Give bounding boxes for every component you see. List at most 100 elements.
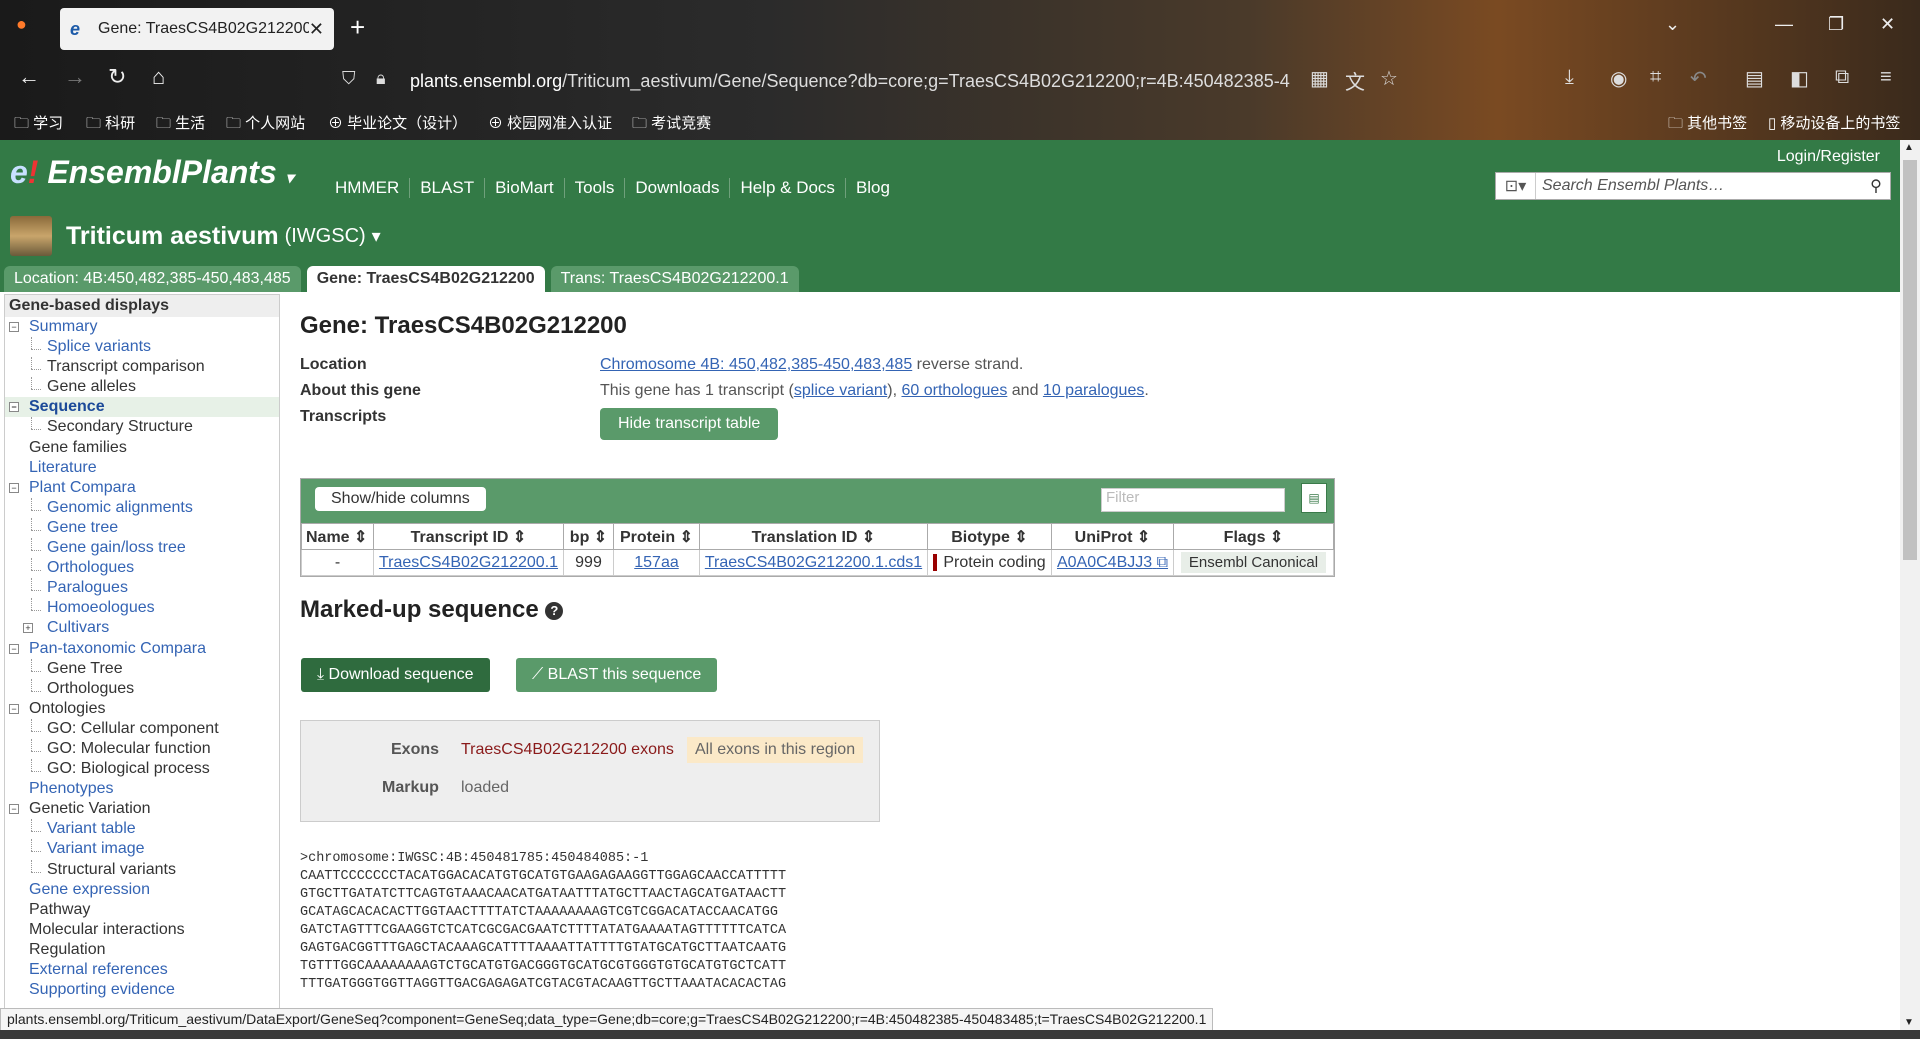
sidebar-item-pathway[interactable]: Pathway [5, 900, 279, 920]
scrollbar-thumb[interactable] [1903, 160, 1917, 560]
crop-icon[interactable]: ⌗ [1650, 66, 1661, 89]
bookmark-folder[interactable]: 🗀︎ 科研 [86, 112, 135, 138]
download-sequence-button[interactable]: ⤓ Download sequence [301, 658, 490, 692]
star-icon[interactable]: ☆ [1380, 66, 1398, 91]
sidebar-item-splice-variants[interactable]: Splice variants [5, 337, 279, 357]
collapse-icon[interactable]: − [9, 643, 19, 654]
species-name[interactable]: Triticum aestivum [66, 222, 279, 251]
address-bar[interactable]: ⛉ 🔒︎ plants.ensembl.org/Triticum_aestivu… [330, 62, 1410, 100]
undo-icon[interactable]: ↶ [1690, 66, 1707, 91]
collapse-icon[interactable]: − [9, 402, 19, 413]
sidebar-item-sequence[interactable]: − Sequence [5, 397, 279, 418]
reload-icon[interactable]: ↻ [108, 64, 126, 90]
list-tabs-icon[interactable]: ⌄ [1665, 14, 1680, 35]
new-tab-icon[interactable]: + [350, 12, 365, 43]
location-link[interactable]: Chromosome 4B: 450,482,385-450,483,485 [600, 356, 912, 373]
blast-sequence-button[interactable]: ⟋ BLAST this sequence [516, 658, 718, 692]
paralogues-link[interactable]: 10 paralogues [1043, 382, 1144, 399]
note-icon[interactable]: ▤ [1745, 66, 1764, 91]
translation-id-link[interactable]: TraesCS4B02G212200.1.cds1 [699, 549, 928, 576]
collapse-icon[interactable]: − [9, 482, 19, 493]
sidebar-item-ontologies[interactable]: − Ontologies [5, 699, 279, 719]
url-text[interactable]: plants.ensembl.org/Triticum_aestivum/Gen… [410, 71, 1290, 92]
nav-blast[interactable]: BLAST [409, 178, 484, 198]
bookmark-link[interactable]: ⊕ 校园网准入认证 [488, 112, 612, 133]
uniprot-link[interactable]: A0A0C4BJJ3 ⧉ [1051, 549, 1174, 576]
bookmark-folder[interactable]: 🗀︎ 生活 [156, 112, 205, 138]
tab-transcript[interactable]: Trans: TraesCS4B02G212200.1 [550, 266, 799, 292]
export-table-icon[interactable]: ▤ [1301, 483, 1327, 513]
minimize-icon[interactable]: — [1775, 14, 1793, 35]
search-input[interactable]: Search Ensembl Plants… [1536, 177, 1862, 195]
sidebar-item-external-references[interactable]: External references [5, 960, 279, 980]
close-tab-icon[interactable]: ✕ [309, 19, 324, 40]
maximize-icon[interactable]: ❐ [1828, 14, 1844, 35]
bookmark-folder[interactable]: 🗀︎ 个人网站 [226, 112, 305, 138]
expand-icon[interactable]: + [23, 623, 33, 634]
sidebar-item-pan-taxonomic-compara[interactable]: − Pan-taxonomic Compara [5, 639, 279, 659]
search-icon[interactable]: ⚲ [1862, 176, 1890, 196]
bookmark-folder[interactable]: 🗀︎ 其他书签 [1668, 112, 1747, 138]
collapse-icon[interactable]: − [9, 703, 19, 714]
protein-link[interactable]: 157aa [613, 549, 700, 576]
sidebar-item-summary[interactable]: − Summary [5, 317, 279, 337]
sidebar-item-gene-tree[interactable]: Gene tree [5, 517, 279, 538]
sidebar-item-secondary-structure[interactable]: Secondary Structure [5, 417, 279, 437]
account-icon[interactable]: ◉ [1610, 66, 1627, 91]
site-search[interactable]: ⊡▾ Search Ensembl Plants… ⚲ [1495, 172, 1891, 200]
sidebar-item-regulation[interactable]: Regulation [5, 940, 279, 960]
column-header[interactable]: Biotype ⇕ [927, 523, 1052, 550]
sidebar-item-genomic-alignments[interactable]: Genomic alignments [5, 497, 279, 518]
sidebar-item-structural-variants[interactable]: Structural variants [5, 859, 279, 880]
nav-downloads[interactable]: Downloads [624, 178, 729, 198]
forward-icon[interactable]: → [64, 64, 86, 90]
transcript-id-link[interactable]: TraesCS4B02G212200.1 [373, 549, 564, 576]
page-scrollbar[interactable]: ▲ ▼ [1900, 140, 1920, 1030]
sidebar-item-gene-alleles[interactable]: Gene alleles [5, 377, 279, 397]
sidebar-item-gene-families[interactable]: Gene families [5, 438, 279, 458]
login-register-link[interactable]: Login/Register [1777, 148, 1880, 166]
column-header[interactable]: Name ⇕ [301, 523, 374, 550]
column-header[interactable]: Transcript ID ⇕ [373, 523, 564, 550]
bookmark-folder[interactable]: ▯ 移动设备上的书签 [1768, 112, 1900, 133]
nav-biomart[interactable]: BioMart [484, 178, 564, 198]
collapse-icon[interactable]: − [9, 804, 19, 815]
collapse-icon[interactable]: − [9, 322, 19, 332]
download-icon[interactable]: ⤓ [1565, 66, 1574, 89]
filter-input[interactable]: Filter [1101, 488, 1285, 512]
sidebar-item-variant-table[interactable]: Variant table [5, 819, 279, 839]
sidebar-item-go-molecular[interactable]: GO: Molecular function [5, 738, 279, 759]
column-header[interactable]: Protein ⇕ [613, 523, 700, 550]
tab-location[interactable]: Location: 4B:450,482,385-450,483,485 [4, 266, 301, 292]
ensembl-plants-logo[interactable]: e! EnsemblPlants ▾ [10, 154, 294, 191]
sidebar-item-molecular-interactions[interactable]: Molecular interactions [5, 920, 279, 940]
sidebar-item-phenotypes[interactable]: Phenotypes [5, 779, 279, 799]
help-icon[interactable]: ? [545, 601, 564, 620]
menu-icon[interactable]: ≡ [1880, 66, 1892, 89]
orthologues-link[interactable]: 60 orthologues [901, 382, 1007, 399]
column-header[interactable]: bp ⇕ [563, 523, 614, 550]
sidebar-item-homoeologues[interactable]: Homoeologues [5, 598, 279, 618]
back-icon[interactable]: ← [18, 64, 40, 90]
column-header[interactable]: UniProt ⇕ [1051, 523, 1174, 550]
scroll-up-icon[interactable]: ▲ [1904, 142, 1914, 153]
translate-icon[interactable]: 文 [1345, 66, 1365, 95]
sidebar-item-cultivars[interactable]: + Cultivars [5, 618, 279, 638]
sidebar-item-genetic-variation[interactable]: − Genetic Variation [5, 799, 279, 819]
nav-tools[interactable]: Tools [563, 178, 625, 198]
puzzle-icon[interactable]: ⧉ [1835, 66, 1849, 89]
sidebar-item-transcript-comparison[interactable]: Transcript comparison [5, 357, 279, 377]
sidebar-item-go-cellular[interactable]: GO: Cellular component [5, 718, 279, 739]
sidebar-item-gene-expression[interactable]: Gene expression [5, 880, 279, 900]
bookmark-folder[interactable]: 🗀︎ 考试竞赛 [632, 112, 711, 138]
column-header[interactable]: Flags ⇕ [1173, 523, 1334, 550]
nav-help-docs[interactable]: Help & Docs [729, 178, 844, 198]
sidebar-item-variant-image[interactable]: Variant image [5, 839, 279, 859]
column-header[interactable]: Translation ID ⇕ [699, 523, 928, 550]
sidebar-item-pan-orthologues[interactable]: Orthologues [5, 678, 279, 699]
hide-transcript-table-button[interactable]: Hide transcript table [600, 408, 779, 440]
shield-icon[interactable]: ⛉ [342, 68, 356, 89]
qr-icon[interactable]: ▦ [1310, 66, 1329, 91]
splice-variant-link[interactable]: splice variant [794, 382, 887, 399]
home-icon[interactable]: ⌂ [152, 64, 165, 90]
